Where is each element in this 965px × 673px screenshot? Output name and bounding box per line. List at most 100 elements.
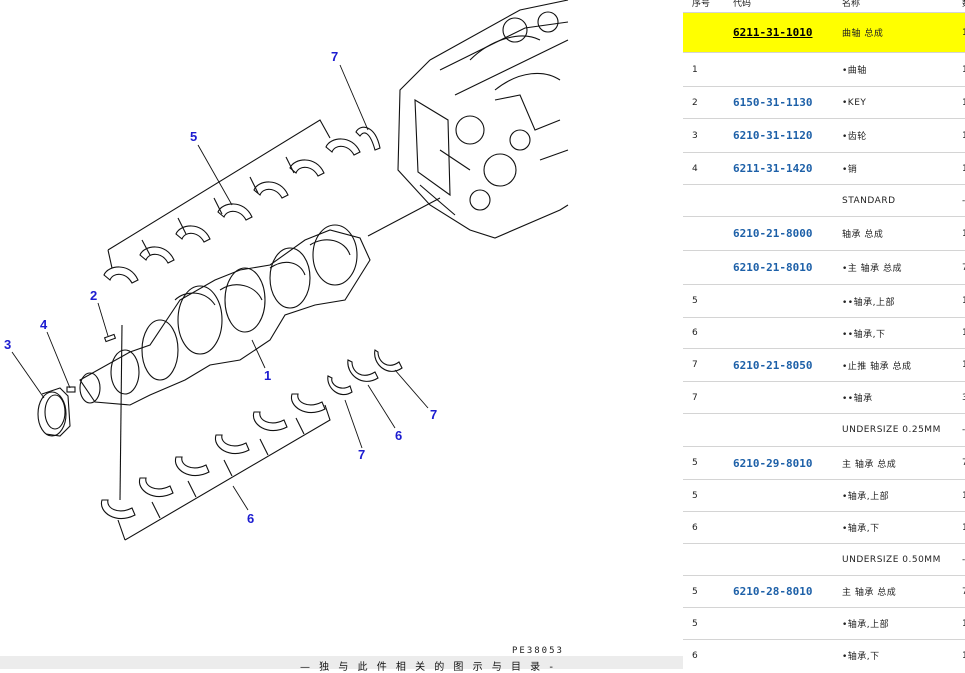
bottom-note-text: — 独 与 此 件 相 关 的 图 示 与 目 录 - [300,662,556,673]
row-no-cell: 3 [683,118,724,153]
row-name-cell: •轴承,上部 [833,479,953,512]
row-no-cell [683,250,724,285]
table-row[interactable]: 7 ••轴承3 [683,381,965,414]
row-name-cell: •止推 轴承 总成 [833,348,953,382]
callout-6-right[interactable]: 6 [395,428,402,443]
table-row[interactable]: 6211-31-1010曲轴 总成1 [683,12,965,53]
exploded-parts-diagram: 7 5 2 4 3 1 7 6 7 6 PE38053 [0,0,683,669]
row-no-cell: 6 [683,639,724,669]
row-code-cell[interactable]: 6210-31-1120 [724,118,833,153]
row-name-cell: •轴承,下 [833,511,953,544]
table-row[interactable]: 56210-29-8010主 轴承 总成7 [683,446,965,480]
header-code: 代码 [733,0,752,9]
row-code-cell[interactable]: 6150-31-1130 [724,86,833,119]
row-code-cell[interactable]: 6210-28-8010 [724,575,833,608]
row-code-cell [724,381,833,414]
row-name-cell: UNDERSIZE 0.50MM [833,543,953,576]
table-row[interactable]: 56210-28-8010主 轴承 总成7 [683,575,965,608]
table-row[interactable]: 5 •轴承,上部1 [683,479,965,512]
parts-table-header: 序号 代码 名称 数 [683,0,965,13]
row-name-cell: •主 轴承 总成 [833,250,953,285]
table-row[interactable]: 6 ••轴承,下1 [683,317,965,349]
callout-4[interactable]: 4 [40,317,47,332]
row-name-cell: STANDARD [833,184,953,217]
table-row[interactable]: 6 •轴承,下1 [683,511,965,544]
row-name-cell: ••轴承 [833,381,953,414]
callout-3[interactable]: 3 [4,337,11,352]
header-no: 序号 [692,0,711,9]
key-part [103,333,117,343]
callout-7-right[interactable]: 7 [430,407,437,422]
row-name-cell: •轴承,上部 [833,607,953,640]
callout-2[interactable]: 2 [90,288,97,303]
crankshaft [79,224,371,406]
row-code-cell[interactable]: 6210-21-8050 [724,348,833,382]
row-no-cell: 4 [683,152,724,185]
table-row[interactable]: 5 •轴承,上部1 [683,607,965,640]
row-code-cell [724,184,833,217]
row-name-cell: 轴承 总成 [833,216,953,251]
row-no-cell: 5 [683,575,724,608]
engine-block [397,0,569,239]
table-row[interactable]: STANDARD - [683,184,965,217]
row-code-cell[interactable]: 6210-21-8010 [724,250,833,285]
row-no-cell: 6 [683,511,724,544]
row-code-cell[interactable]: 6211-31-1010 [724,12,833,53]
upper-bearing-shells [103,126,381,284]
row-no-cell: 2 [683,86,724,119]
row-qty-cell: 1 [953,479,965,512]
row-code-cell[interactable]: 6210-29-8010 [724,446,833,480]
callout-1[interactable]: 1 [264,368,271,383]
row-code-cell [724,607,833,640]
row-name-cell: •轴承,下 [833,639,953,669]
table-row[interactable]: 6210-21-8010•主 轴承 总成7 [683,250,965,285]
crank-gear [37,387,71,437]
table-row[interactable]: 36210-31-1120•齿轮1 [683,118,965,153]
callout-7-lower[interactable]: 7 [358,447,365,462]
table-row[interactable]: 76210-21-8050•止推 轴承 总成1 [683,348,965,382]
callout-5[interactable]: 5 [190,129,197,144]
row-qty-cell: - [953,543,965,576]
table-row[interactable]: 5 ••轴承,上部1 [683,284,965,318]
row-qty-cell: - [953,184,965,217]
row-code-cell [724,413,833,447]
row-qty-cell: 1 [953,284,965,318]
row-no-cell: 7 [683,381,724,414]
table-row[interactable]: 6 •轴承,下1 [683,639,965,669]
row-qty-cell: - [953,413,965,447]
table-row[interactable]: 1•曲轴1 [683,52,965,87]
row-no-cell: 5 [683,446,724,480]
table-row[interactable]: UNDERSIZE 0.25MM - [683,413,965,447]
row-code-cell[interactable]: 6210-21-8000 [724,216,833,251]
row-no-cell [683,543,724,576]
row-code-cell[interactable]: 6211-31-1420 [724,152,833,185]
table-row[interactable]: 6210-21-8000轴承 总成1 [683,216,965,251]
diagram-drawing [11,0,569,541]
row-qty-cell: 1 [953,52,965,87]
parts-list-panel: 序号 代码 名称 数 6211-31-1010曲轴 总成11•曲轴126150-… [683,0,965,669]
row-qty-cell: 1 [953,348,965,382]
row-code-cell [724,479,833,512]
row-name-cell: •KEY [833,86,953,119]
row-name-cell: 主 轴承 总成 [833,446,953,480]
callout-6[interactable]: 6 [247,511,254,526]
row-qty-cell: 7 [953,250,965,285]
pin-part [66,386,76,393]
row-name-cell: •齿轮 [833,118,953,153]
row-qty-cell: 1 [953,152,965,185]
row-qty-cell: 7 [953,575,965,608]
row-qty-cell: 7 [953,446,965,480]
row-qty-cell: 1 [953,118,965,153]
row-code-cell [724,284,833,318]
callout-7-thrust-upper[interactable]: 7 [331,49,338,64]
row-name-cell: •曲轴 [833,52,953,87]
row-name-cell: 主 轴承 总成 [833,575,953,608]
row-no-cell [683,184,724,217]
table-row[interactable]: 26150-31-1130•KEY1 [683,86,965,119]
row-qty-cell: 1 [953,216,965,251]
table-row[interactable]: UNDERSIZE 0.50MM - [683,543,965,576]
row-code-cell [724,511,833,544]
table-row[interactable]: 46211-31-1420•销1 [683,152,965,185]
row-code-cell [724,52,833,87]
row-name-cell: •销 [833,152,953,185]
